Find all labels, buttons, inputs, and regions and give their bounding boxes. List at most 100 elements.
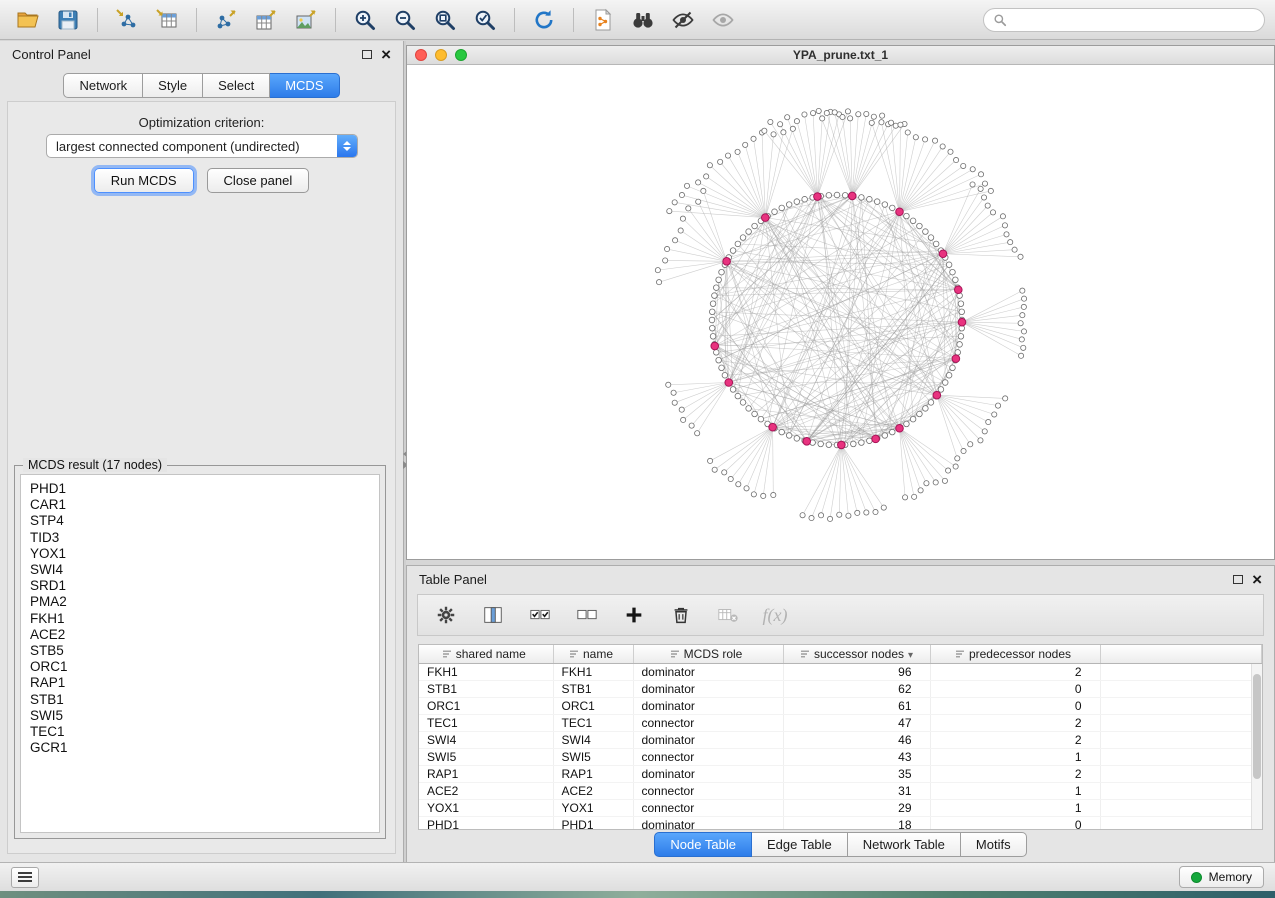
save-button[interactable] (50, 4, 86, 36)
zoom-fit-button[interactable] (427, 4, 463, 36)
zoom-selected-button[interactable] (467, 4, 503, 36)
select-all-icon (528, 604, 552, 626)
column-header-MCDS-role[interactable]: MCDS role (633, 645, 783, 663)
search-network-button[interactable] (625, 4, 661, 36)
select-all-button[interactable] (525, 600, 555, 630)
network-canvas[interactable] (407, 65, 1274, 559)
share-document-button[interactable] (585, 4, 621, 36)
mcds-result-item[interactable]: YOX1 (30, 546, 370, 562)
mcds-result-item[interactable]: STB5 (30, 643, 370, 659)
mcds-result-item[interactable]: STB1 (30, 692, 370, 708)
scrollbar-thumb[interactable] (1253, 674, 1261, 779)
optimization-criterion-select[interactable]: largest connected component (undirected) (46, 134, 358, 158)
export-table-button[interactable] (248, 4, 284, 36)
tab-edge-table[interactable]: Edge Table (752, 832, 848, 857)
mcds-result-item[interactable]: PHD1 (30, 481, 370, 497)
search-input[interactable] (1013, 13, 1255, 27)
table-row[interactable]: YOX1YOX1connector291 (419, 799, 1262, 816)
show-column-button[interactable] (478, 600, 508, 630)
table-cell-filler (1100, 782, 1262, 799)
table-scrollbar[interactable] (1251, 664, 1262, 829)
search-box[interactable] (983, 8, 1265, 32)
control-panel-header: Control Panel × (0, 41, 403, 68)
status-menu-button[interactable] (11, 867, 39, 888)
tab-node-table[interactable]: Node Table (654, 832, 752, 857)
mcds-result-item[interactable]: ACE2 (30, 627, 370, 643)
gear-button[interactable] (431, 600, 461, 630)
tab-mcds[interactable]: MCDS (270, 73, 339, 98)
main-toolbar (0, 0, 1275, 40)
table-cell: STB1 (419, 680, 553, 697)
column-header-name[interactable]: name (553, 645, 633, 663)
close-panel-button[interactable]: Close panel (207, 168, 310, 193)
mcds-result-item[interactable]: SRD1 (30, 578, 370, 594)
column-header-successor-nodes[interactable]: successor nodes▾ (783, 645, 930, 663)
table-row[interactable]: ORC1ORC1dominator610 (419, 697, 1262, 714)
tab-style[interactable]: Style (143, 73, 203, 98)
delete-table-button[interactable] (713, 600, 743, 630)
delete-row-button[interactable] (666, 600, 696, 630)
show-details-icon (711, 8, 735, 32)
float-panel-icon[interactable] (362, 50, 372, 59)
table-row[interactable]: SWI5SWI5connector431 (419, 748, 1262, 765)
table-cell: dominator (633, 680, 783, 697)
network-graph[interactable] (407, 65, 1274, 559)
hide-details-button[interactable] (665, 4, 701, 36)
zoom-in-button[interactable] (347, 4, 383, 36)
function-builder-button[interactable]: f(x) (760, 600, 790, 630)
close-panel-icon[interactable]: × (1252, 575, 1262, 585)
mcds-result-item[interactable]: PMA2 (30, 594, 370, 610)
memory-button[interactable]: Memory (1179, 866, 1264, 888)
add-row-button[interactable] (619, 600, 649, 630)
table-row[interactable]: RAP1RAP1dominator352 (419, 765, 1262, 782)
zoom-selected-icon (473, 8, 497, 32)
mcds-result-item[interactable]: GCR1 (30, 740, 370, 756)
mcds-result-item[interactable]: RAP1 (30, 675, 370, 691)
table-row[interactable]: FKH1FKH1dominator962 (419, 663, 1262, 680)
table-cell: ORC1 (553, 697, 633, 714)
table-cell-filler (1100, 680, 1262, 697)
mcds-result-list[interactable]: PHD1CAR1STP4TID3YOX1SWI4SRD1PMA2FKH1ACE2… (20, 474, 380, 833)
tab-motifs[interactable]: Motifs (961, 832, 1027, 857)
table-row[interactable]: STB1STB1dominator620 (419, 680, 1262, 697)
table-cell: ORC1 (419, 697, 553, 714)
zoom-out-button[interactable] (387, 4, 423, 36)
tab-select[interactable]: Select (203, 73, 270, 98)
window-maximize-icon[interactable] (455, 49, 467, 61)
mcds-result-item[interactable]: STP4 (30, 513, 370, 529)
table-row[interactable]: SWI4SWI4dominator462 (419, 731, 1262, 748)
table-row[interactable]: ACE2ACE2connector311 (419, 782, 1262, 799)
deselect-all-button[interactable] (572, 600, 602, 630)
mcds-result-item[interactable]: TEC1 (30, 724, 370, 740)
sort-icon (442, 647, 452, 661)
export-network-button[interactable] (208, 4, 244, 36)
table-row[interactable]: PHD1PHD1dominator180 (419, 816, 1262, 830)
export-image-button[interactable] (288, 4, 324, 36)
network-view-window: YPA_prune.txt_1 (406, 45, 1275, 560)
select-stepper-icon (337, 135, 357, 157)
export-network-icon (214, 8, 238, 32)
import-network-button[interactable] (109, 4, 145, 36)
show-details-button[interactable] (705, 4, 741, 36)
network-window-titlebar[interactable]: YPA_prune.txt_1 (407, 46, 1274, 65)
mcds-result-item[interactable]: CAR1 (30, 497, 370, 513)
mcds-result-item[interactable]: TID3 (30, 530, 370, 546)
column-header-shared-name[interactable]: shared name (419, 645, 553, 663)
float-panel-icon[interactable] (1233, 575, 1243, 584)
refresh-button[interactable] (526, 4, 562, 36)
tab-network-table[interactable]: Network Table (848, 832, 961, 857)
window-minimize-icon[interactable] (435, 49, 447, 61)
table-row[interactable]: TEC1TEC1connector472 (419, 714, 1262, 731)
mcds-result-item[interactable]: FKH1 (30, 611, 370, 627)
run-mcds-button[interactable]: Run MCDS (94, 168, 194, 193)
close-panel-icon[interactable]: × (381, 50, 391, 60)
open-folder-button[interactable] (10, 4, 46, 36)
window-close-icon[interactable] (415, 49, 427, 61)
search-icon (993, 13, 1007, 27)
import-table-button[interactable] (149, 4, 185, 36)
mcds-result-item[interactable]: SWI5 (30, 708, 370, 724)
mcds-result-item[interactable]: SWI4 (30, 562, 370, 578)
column-header-predecessor-nodes[interactable]: predecessor nodes (930, 645, 1100, 663)
tab-network[interactable]: Network (63, 73, 143, 98)
mcds-result-item[interactable]: ORC1 (30, 659, 370, 675)
